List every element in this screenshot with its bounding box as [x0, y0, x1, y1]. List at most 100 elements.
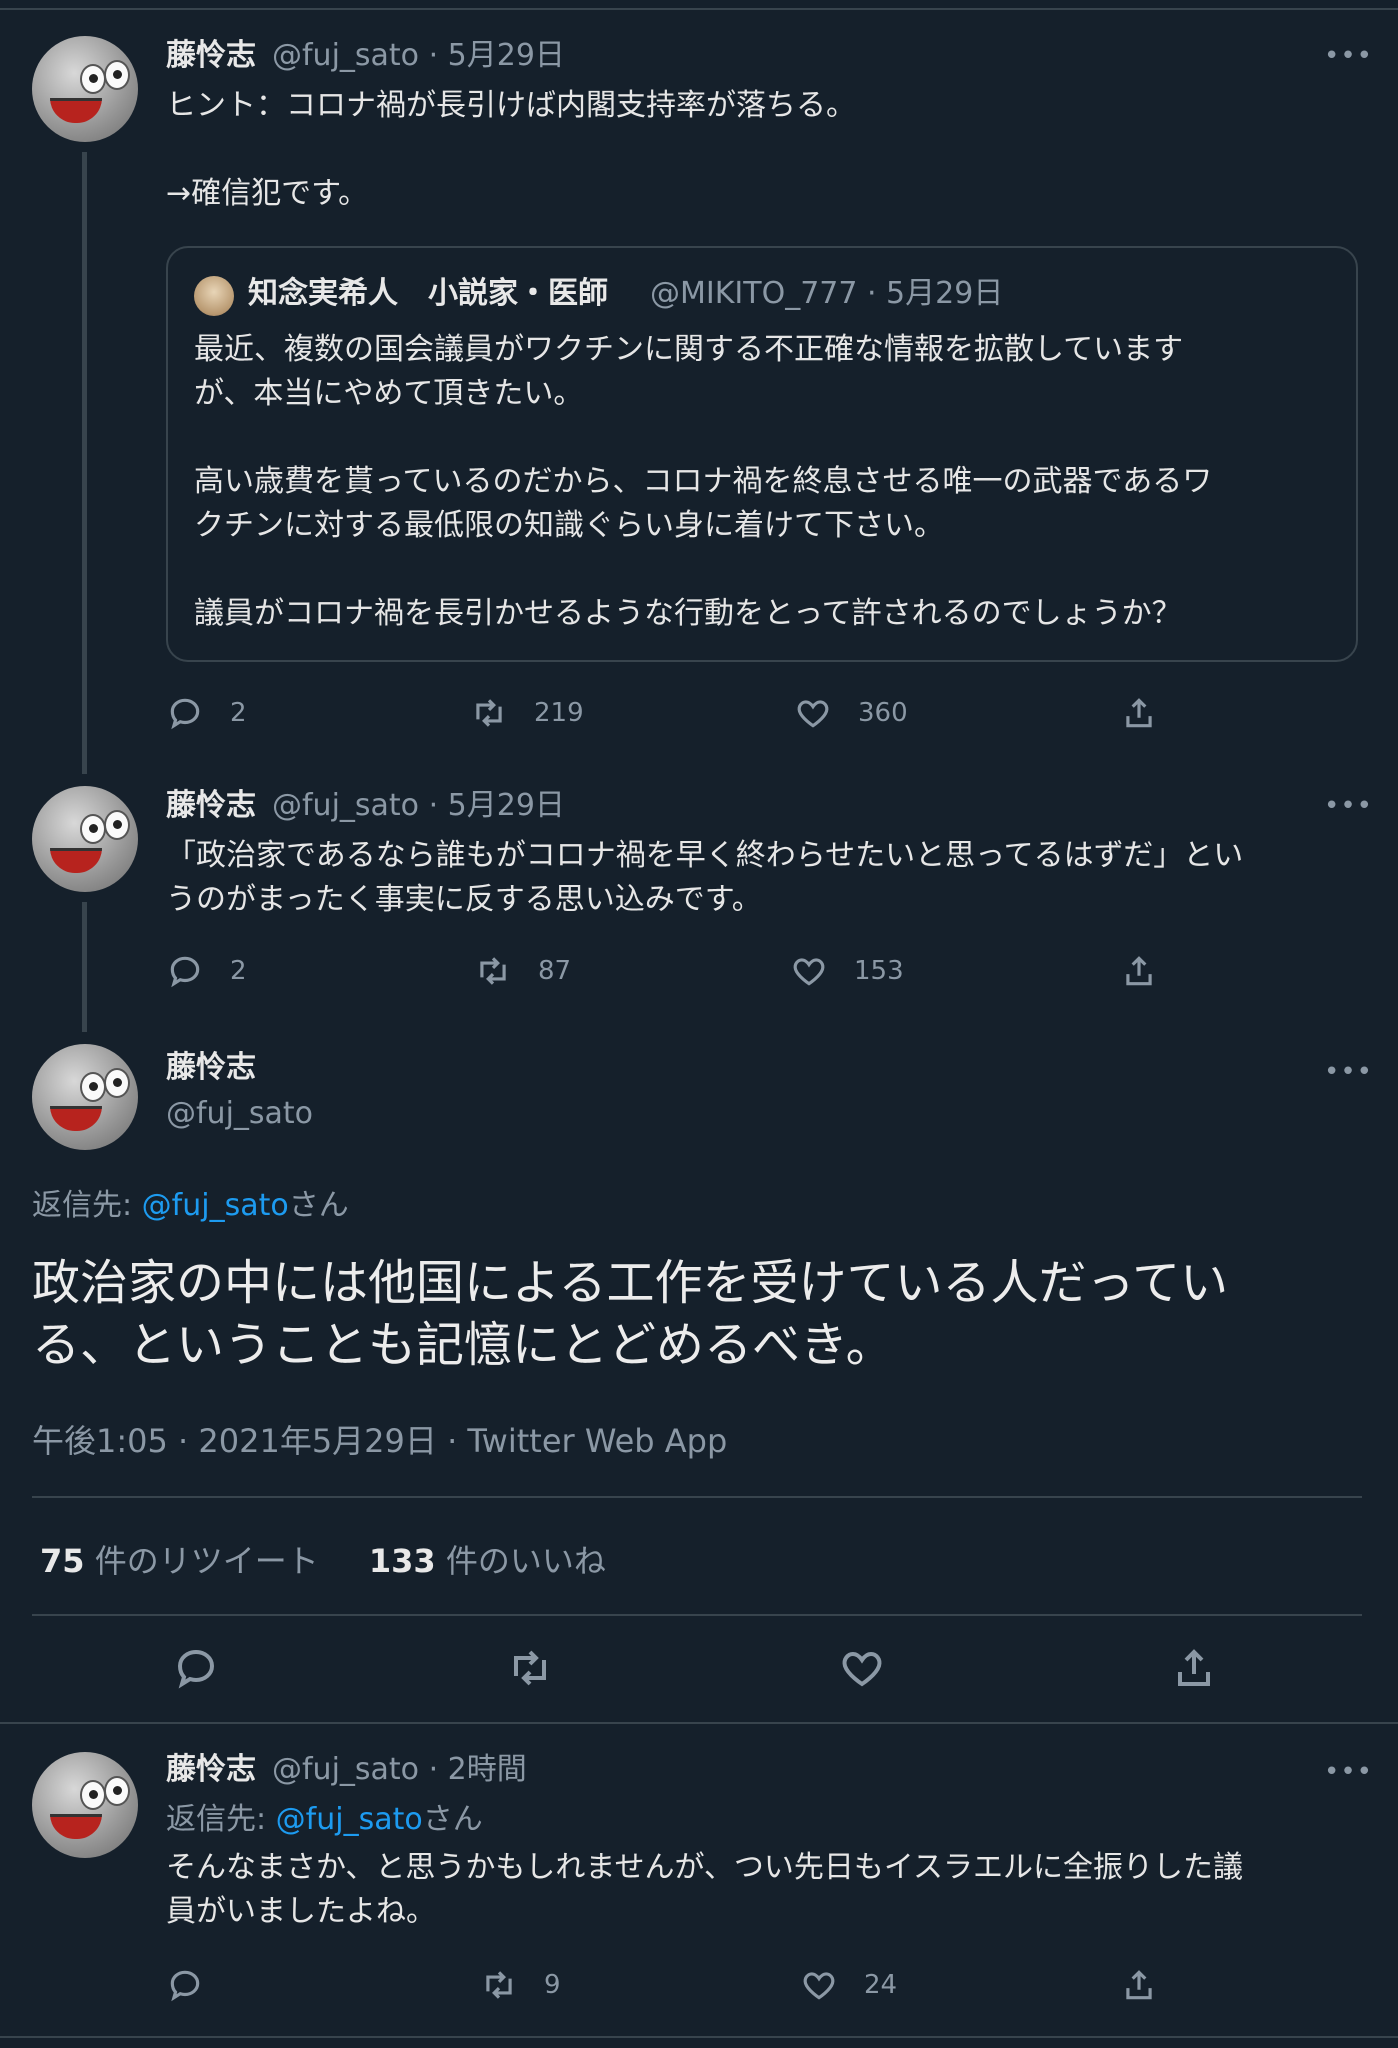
quoted-avatar [194, 276, 234, 316]
retweet-icon [480, 957, 506, 985]
share-button[interactable] [1120, 952, 1158, 990]
like-count: 153 [854, 956, 904, 986]
like-icon [842, 1651, 882, 1687]
like-total: 133 [368, 1542, 436, 1580]
engagement-stats: 75 件のリツイート 133 件のいいね [40, 1536, 606, 1582]
avatar[interactable] [32, 36, 138, 142]
avatar-eye [80, 64, 106, 94]
retweet-count: 87 [538, 956, 572, 986]
timestamp[interactable]: 午後1:05 · 2021年5月29日 · Twitter Web App [32, 1416, 727, 1462]
avatar-mouth [50, 1814, 102, 1839]
retweet-total: 75 [40, 1542, 85, 1580]
author-handle[interactable]: @fuj_sato [166, 1096, 313, 1132]
thread-line [82, 152, 87, 774]
more-icon[interactable]: ••• [1324, 1759, 1373, 1785]
quoted-author-name: 知念実希人 小説家・医師 [248, 276, 608, 311]
like-count: 24 [864, 1970, 898, 2000]
like-stat[interactable]: 133 件のいいね [369, 1542, 606, 1580]
reply-count: 2 [230, 698, 247, 728]
more-icon[interactable]: ••• [1324, 1059, 1373, 1085]
thread-line [82, 902, 87, 1032]
like-button[interactable]: 360 [794, 694, 908, 732]
tweet-text: ヒント：コロナ禍が長引けば内閣支持率が落ちる。 →確信犯です。 [166, 84, 1366, 216]
reply-to-link[interactable]: @fuj_sato [142, 1188, 289, 1223]
retweet-count: 9 [544, 1970, 561, 2000]
reply-icon [170, 956, 200, 988]
reply-button[interactable]: 2 [166, 694, 247, 732]
reply-to-prefix: 返信先: [166, 1802, 276, 1837]
reply-to: 返信先: @fuj_satoさん [166, 1800, 483, 1840]
author-handle-time[interactable]: @fuj_sato · 5月29日 [272, 38, 565, 74]
avatar[interactable] [32, 1752, 138, 1858]
share-button[interactable] [1170, 1644, 1218, 1696]
author-handle-time[interactable]: @fuj_sato · 5月29日 [272, 788, 565, 824]
retweet-stat[interactable]: 75 件のリツイート [40, 1542, 319, 1580]
like-icon [793, 958, 825, 986]
reply-button[interactable] [172, 1644, 220, 1696]
like-count: 360 [858, 698, 908, 728]
author-name[interactable]: 藤怜志 [166, 788, 256, 824]
retweet-count: 219 [534, 698, 584, 728]
focused-tweet-text: 政治家の中には他国による工作を受けている人だってい る、ということも記憶にとどめ… [32, 1255, 1229, 1373]
share-icon [1126, 1970, 1152, 2000]
like-button[interactable] [838, 1644, 886, 1696]
like-icon [797, 700, 829, 728]
retweet-button[interactable]: 219 [470, 694, 584, 732]
reply-to-suffix: さん [288, 1188, 349, 1223]
author-handle-time[interactable]: @fuj_sato · 2時間 [272, 1752, 527, 1788]
retweet-icon [514, 1650, 546, 1686]
avatar-eye [104, 810, 130, 840]
retweet-button[interactable]: 87 [474, 952, 571, 990]
tweet-text: そんなまさか、と思うかもしれませんが、つい先日もイスラエルに全振りした議 員がい… [166, 1850, 1243, 1929]
reply-to-link[interactable]: @fuj_sato [276, 1802, 423, 1837]
share-button[interactable] [1120, 1966, 1158, 2004]
divider [32, 1496, 1362, 1498]
author-name[interactable]: 藤怜志 [166, 1752, 256, 1788]
reply-icon [170, 1970, 200, 2002]
quoted-tweet[interactable]: 知念実希人 小説家・医師 @MIKITO_777 · 5月29日 最近、複数の国… [166, 246, 1358, 662]
retweet-button[interactable]: 9 [480, 1966, 561, 2004]
more-icon[interactable]: ••• [1324, 793, 1373, 819]
avatar-eye [104, 60, 130, 90]
quoted-text: 最近、複数の国会議員がワクチンに関する不正確な情報を拡散しています が、本当にや… [194, 332, 1213, 631]
share-button[interactable] [1120, 694, 1158, 732]
avatar-eye [80, 1072, 106, 1102]
retweet-icon [476, 699, 502, 727]
share-icon [1126, 698, 1152, 728]
tweet-text-line: ヒント：コロナ禍が長引けば内閣支持率が落ちる。 [166, 88, 856, 123]
reply-to-suffix: さん [422, 1802, 483, 1837]
retweet-icon [486, 1971, 512, 1999]
quoted-handle-time: @MIKITO_777 · 5月29日 [650, 276, 1004, 311]
like-stat-label: 件のいいね [435, 1542, 606, 1580]
reply-icon [177, 1649, 215, 1689]
avatar-mouth [50, 848, 102, 873]
reply-to: 返信先: @fuj_satoさん [32, 1186, 349, 1226]
author-name[interactable]: 藤怜志 [166, 38, 256, 74]
share-icon [1178, 1649, 1210, 1686]
more-icon[interactable]: ••• [1324, 43, 1373, 69]
like-icon [803, 1972, 835, 2000]
reply-icon [170, 698, 200, 730]
divider [32, 1614, 1362, 1616]
author-name[interactable]: 藤怜志 [166, 1050, 256, 1086]
avatar-eye [104, 1068, 130, 1098]
avatar-eye [80, 1780, 106, 1810]
divider [0, 2036, 1398, 2038]
avatar-eye [104, 1776, 130, 1806]
reply-button[interactable] [166, 1966, 204, 2004]
top-divider [0, 8, 1398, 10]
tweet-text: 「政治家であるなら誰もがコロナ禍を早く終わらせたいと思ってるはずだ」とい うのが… [166, 838, 1244, 917]
avatar[interactable] [32, 1044, 138, 1150]
reply-button[interactable]: 2 [166, 952, 247, 990]
share-icon [1126, 956, 1152, 986]
reply-to-prefix: 返信先: [32, 1188, 142, 1223]
avatar[interactable] [32, 786, 138, 892]
avatar-eye [80, 814, 106, 844]
tweet-text-line: →確信犯です。 [166, 176, 369, 211]
like-button[interactable]: 153 [790, 952, 904, 990]
retweet-button[interactable] [506, 1644, 554, 1696]
like-button[interactable]: 24 [800, 1966, 897, 2004]
avatar-mouth [50, 98, 102, 123]
reply-count: 2 [230, 956, 247, 986]
